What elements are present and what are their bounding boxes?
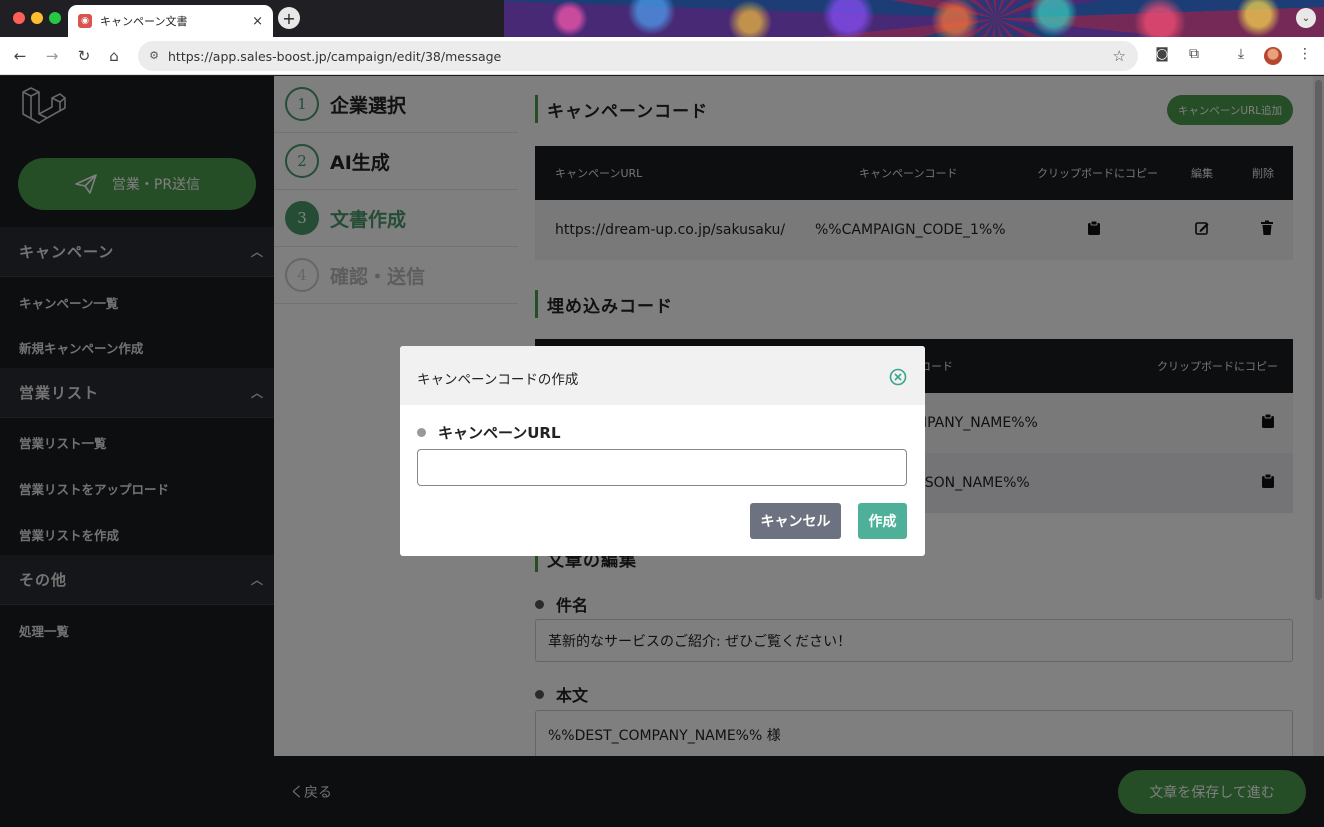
address-bar[interactable]: ⚙ https://app.sales-boost.jp/campaign/ed… (138, 41, 1138, 71)
campaign-url-label: キャンペーンURL (417, 422, 561, 443)
bookmark-star-icon[interactable]: ☆ (1113, 47, 1126, 65)
campaign-url-label-text: キャンペーンURL (438, 424, 561, 442)
tab-close-icon[interactable]: × (252, 14, 263, 29)
bullet-dot (417, 428, 426, 437)
extensions-icon[interactable]: ⧉ (1184, 46, 1204, 66)
dialog-title: キャンペーンコードの作成 (417, 372, 579, 388)
dialog-header: キャンペーンコードの作成 (400, 346, 925, 405)
cancel-button[interactable]: キャンセル (750, 503, 841, 539)
site-settings-icon[interactable]: ⚙ (147, 49, 161, 63)
new-tab-button[interactable]: + (278, 7, 300, 29)
browser-toolbar: ← → ↻ ⌂ ⚙ https://app.sales-boost.jp/cam… (0, 37, 1324, 75)
create-campaign-code-dialog: キャンペーンコードの作成 キャンペーンURL キャンセル 作成 (400, 346, 925, 556)
browser-tab-bar: ◉ キャンペーン文書 × + ⌄ (0, 0, 1324, 37)
screenshot-icon[interactable]: ◙ (1152, 46, 1172, 66)
download-icon[interactable]: ⤓ (1231, 46, 1251, 66)
close-circle-icon[interactable] (889, 368, 907, 386)
tab-bar-background-art (504, 0, 1324, 37)
url-text: https://app.sales-boost.jp/campaign/edit… (168, 48, 502, 64)
window-zoom-button[interactable] (49, 12, 61, 24)
window-minimize-button[interactable] (31, 12, 43, 24)
more-menu-icon[interactable]: ⋮ (1295, 46, 1315, 66)
create-button[interactable]: 作成 (858, 503, 907, 539)
tab-title: キャンペーン文書 (100, 15, 188, 28)
campaign-url-input[interactable] (417, 449, 907, 486)
favicon-icon: ◉ (78, 14, 92, 28)
tab-search-button[interactable]: ⌄ (1296, 8, 1316, 28)
window-close-button[interactable] (13, 12, 25, 24)
home-icon[interactable]: ⌂ (104, 46, 124, 66)
browser-tab[interactable]: ◉ キャンペーン文書 × (68, 5, 273, 37)
reload-icon[interactable]: ↻ (74, 46, 94, 66)
profile-avatar[interactable] (1264, 47, 1282, 65)
forward-arrow-icon[interactable]: → (42, 46, 62, 66)
back-arrow-icon[interactable]: ← (10, 46, 30, 66)
